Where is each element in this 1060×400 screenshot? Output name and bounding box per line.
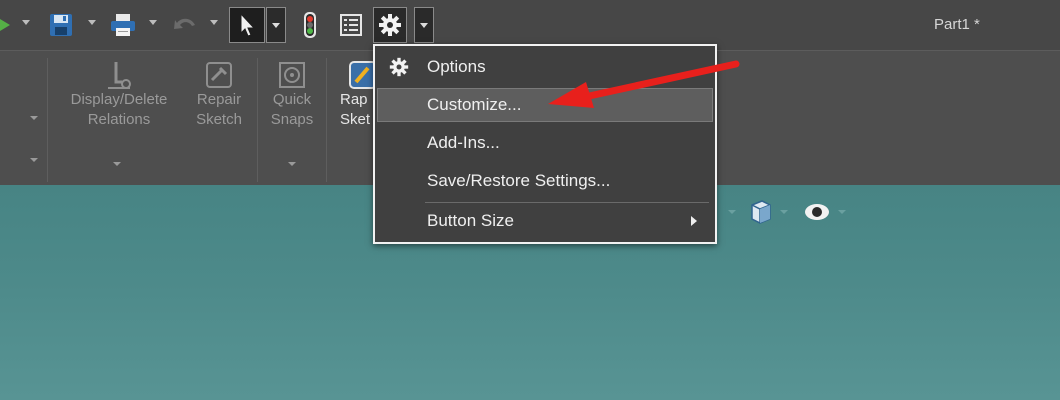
annotation-arrow-icon	[548, 60, 740, 108]
gear-icon	[379, 14, 401, 36]
quick-snaps-icon	[279, 62, 305, 88]
gear-icon	[389, 57, 409, 77]
document-title: Part1 *	[934, 16, 980, 33]
repair-sketch-button[interactable]: Repair Sketch	[188, 58, 250, 130]
hide-show-eye-icon[interactable]	[802, 200, 832, 224]
quick-snaps-label: Quick Snaps	[270, 91, 314, 128]
select-button[interactable]	[229, 7, 265, 43]
options-dropdown-button[interactable]	[414, 7, 434, 43]
select-dropdown-button[interactable]	[266, 7, 286, 43]
repair-sketch-label: Repair Sketch	[196, 91, 242, 128]
menu-item-label: Add-Ins...	[427, 133, 500, 152]
options-button[interactable]	[373, 7, 407, 43]
repair-sketch-icon	[206, 62, 232, 88]
submenu-arrow-icon	[691, 216, 697, 226]
relations-dropdown-caret[interactable]	[113, 162, 121, 166]
display-style-cube-icon[interactable]	[746, 199, 774, 225]
file-properties-icon[interactable]	[336, 8, 366, 42]
relations-icon	[108, 62, 131, 89]
ribbon-expand-caret-lower[interactable]	[30, 158, 38, 162]
quick-snaps-button[interactable]: Quick Snaps	[262, 58, 322, 130]
print-icon[interactable]	[106, 8, 140, 42]
rebuild-traffic-light-icon[interactable]	[296, 8, 324, 42]
menu-item-save-restore-settings[interactable]: Save/Restore Settings...	[377, 164, 713, 198]
open-dropdown-caret[interactable]	[22, 20, 30, 25]
rapid-sketch-label: Rap Sket	[340, 91, 371, 128]
ribbon-separator	[326, 58, 327, 182]
heads-up-view-toolbar	[728, 199, 846, 225]
menu-item-button-size[interactable]: Button Size	[377, 204, 713, 238]
view-orientation-caret[interactable]	[728, 210, 736, 214]
display-delete-relations-label: Display/Delete Relations	[70, 91, 168, 128]
menu-separator	[425, 202, 709, 203]
undo-icon[interactable]	[168, 8, 202, 42]
menu-item-label: Customize...	[427, 95, 522, 114]
quick-snaps-dropdown-caret[interactable]	[288, 162, 296, 166]
save-icon[interactable]	[44, 8, 78, 42]
open-icon[interactable]	[0, 8, 16, 42]
ribbon-separator	[257, 58, 258, 182]
menu-item-label: Save/Restore Settings...	[427, 171, 611, 190]
hide-show-caret[interactable]	[838, 210, 846, 214]
menu-item-add-ins[interactable]: Add-Ins...	[377, 126, 713, 160]
display-delete-relations-button[interactable]: Display/Delete Relations	[55, 58, 183, 130]
menu-item-label: Button Size	[427, 211, 514, 230]
save-dropdown-caret[interactable]	[88, 20, 96, 25]
display-style-caret[interactable]	[780, 210, 788, 214]
menu-item-label: Options	[427, 57, 486, 76]
print-dropdown-caret[interactable]	[149, 20, 157, 25]
quick-access-toolbar: Part1 *	[0, 0, 1060, 50]
ribbon-expand-caret[interactable]	[30, 116, 38, 120]
ribbon-separator	[47, 58, 48, 182]
select-arrow-icon	[240, 12, 256, 37]
undo-dropdown-caret[interactable]	[210, 20, 218, 25]
